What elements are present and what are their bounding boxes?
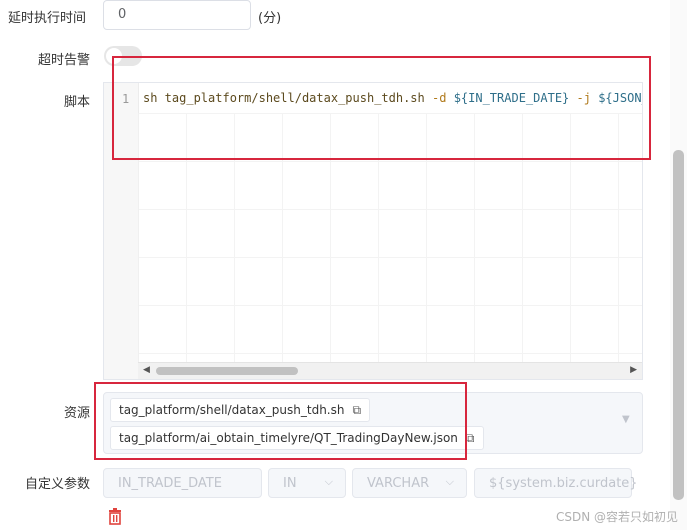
chevron-down-icon: ⌵ (445, 475, 454, 488)
param-type-value: VARCHAR (367, 476, 430, 491)
code-var-json: ${JSON_FI (598, 91, 642, 105)
trash-icon[interactable] (107, 508, 123, 529)
delay-label: 延时执行时间 (8, 11, 87, 26)
chevron-down-icon[interactable]: ▼ (622, 414, 630, 425)
script-editor[interactable]: 1 sh tag_platform/shell/datax_push_tdh.s… (103, 82, 643, 380)
copy-icon[interactable]: ⧉ (466, 431, 475, 446)
timeout-alarm-switch[interactable] (104, 46, 142, 66)
page-scroll-thumb[interactable] (673, 150, 684, 500)
editor-gutter: 1 (104, 83, 139, 379)
resource-tag-label: tag_platform/ai_obtain_timelyre/QT_Tradi… (119, 431, 458, 445)
resources-select[interactable]: tag_platform/shell/datax_push_tdh.sh ⧉ ta… (103, 392, 643, 454)
scroll-left-icon[interactable]: ◀ (143, 365, 150, 375)
page-vertical-scrollbar[interactable] (670, 0, 687, 530)
param-type-select[interactable]: VARCHAR ⌵ (352, 468, 467, 498)
param-prop-input[interactable]: IN_TRADE_DATE (103, 468, 262, 498)
resource-tag[interactable]: tag_platform/shell/datax_push_tdh.sh ⧉ (110, 398, 371, 422)
copy-icon[interactable]: ⧉ (352, 403, 361, 418)
switch-knob (106, 48, 122, 64)
timeout-alarm-label: 超时告警 (38, 53, 91, 68)
editor-horizontal-scrollbar[interactable]: ◀ ▶ (138, 362, 642, 379)
code-var-trade-date: ${IN_TRADE_DATE} (453, 91, 570, 105)
code-flag-j: -j (576, 91, 591, 105)
editor-watermark-grid (138, 113, 642, 363)
resources-label: 资源 (64, 406, 91, 421)
line-number: 1 (122, 92, 130, 106)
resource-tag-label: tag_platform/shell/datax_push_tdh.sh (119, 403, 345, 417)
param-value-input[interactable]: ${system.biz.curdate} (474, 468, 638, 498)
resource-tag[interactable]: tag_platform/ai_obtain_timelyre/QT_Tradi… (110, 426, 484, 450)
delay-unit: (分) (258, 11, 282, 26)
scroll-thumb[interactable] (156, 367, 298, 375)
code-command: sh tag_platform/shell/datax_push_tdh.sh (143, 91, 425, 105)
delay-input[interactable]: 0 (103, 0, 251, 30)
script-label: 脚本 (64, 95, 91, 110)
watermark: CSDN @容若只如初见 (556, 510, 679, 524)
custom-params-label: 自定义参数 (25, 477, 91, 492)
scroll-right-icon[interactable]: ▶ (630, 365, 637, 375)
script-code-line[interactable]: sh tag_platform/shell/datax_push_tdh.sh … (143, 91, 642, 105)
chevron-down-icon: ⌵ (324, 475, 333, 488)
param-direct-value: IN (283, 476, 297, 491)
code-flag-d: -d (432, 91, 447, 105)
param-direct-select[interactable]: IN ⌵ (268, 468, 346, 498)
